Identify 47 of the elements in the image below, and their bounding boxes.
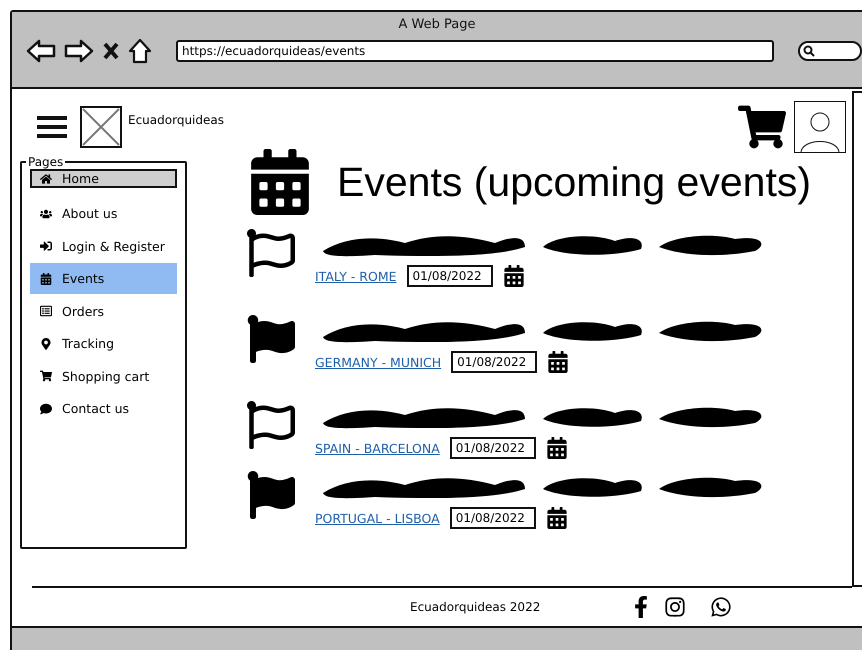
calendar-icon[interactable] [502, 265, 525, 287]
nav-item[interactable]: Contact us [30, 393, 177, 424]
date-field[interactable]: 01/08/2022 [450, 507, 536, 529]
instagram-icon[interactable] [664, 596, 686, 618]
nav-item[interactable]: Home [30, 169, 177, 188]
home-icon[interactable] [128, 38, 152, 64]
back-icon[interactable] [26, 39, 56, 63]
date-field[interactable]: 01/08/2022 [406, 265, 493, 287]
cart-icon[interactable] [738, 103, 786, 151]
speech-bubble-icon [40, 402, 52, 414]
calendar-icon [40, 272, 52, 284]
page-heading: Events (upcoming events) [337, 158, 812, 206]
panel-title: Pages [27, 155, 64, 169]
stop-icon[interactable] [102, 41, 120, 61]
nav-item[interactable]: Shopping cart [30, 360, 177, 392]
menu-icon[interactable] [36, 114, 68, 140]
nav-item[interactable]: About us [30, 198, 177, 229]
scrollbar[interactable] [852, 91, 862, 587]
nav-item[interactable]: Login & Register [30, 230, 177, 262]
location-link[interactable]: GERMANY - MUNICH [315, 354, 442, 370]
location-link[interactable]: ITALY - ROME [315, 268, 397, 284]
brand-name: Ecuadorquideas [128, 113, 224, 127]
search-icon [803, 45, 815, 57]
calendar-icon[interactable] [547, 351, 570, 373]
date-field[interactable]: 01/08/2022 [450, 437, 536, 459]
location-link[interactable]: SPAIN - BARCELONA [315, 440, 440, 456]
nav-item[interactable]: Orders [30, 296, 177, 326]
list-icon [40, 305, 52, 317]
window-title: A Web Page [398, 17, 476, 32]
cart-icon [40, 370, 52, 382]
avatar-icon[interactable] [794, 101, 846, 153]
forward-icon[interactable] [64, 39, 94, 63]
home-icon [40, 172, 52, 184]
logo-placeholder-icon [80, 106, 122, 148]
people-icon [40, 208, 52, 220]
address-field[interactable]: https://ecuadorquideas/events [176, 40, 774, 62]
location-link[interactable]: PORTUGAL - LISBOA [315, 510, 440, 526]
date-field[interactable]: 01/08/2022 [451, 351, 538, 373]
footer-text: Ecuadorquideas 2022 [410, 600, 540, 614]
whatsapp-icon[interactable] [710, 596, 732, 618]
nav-item[interactable]: Tracking [30, 328, 177, 359]
map-pin-icon [40, 338, 52, 350]
nav-item[interactable]: Events [30, 263, 177, 294]
calendar-icon[interactable] [546, 507, 568, 529]
search-field[interactable] [798, 41, 862, 61]
calendar-icon[interactable] [546, 437, 568, 459]
sign-in-icon [40, 240, 52, 252]
